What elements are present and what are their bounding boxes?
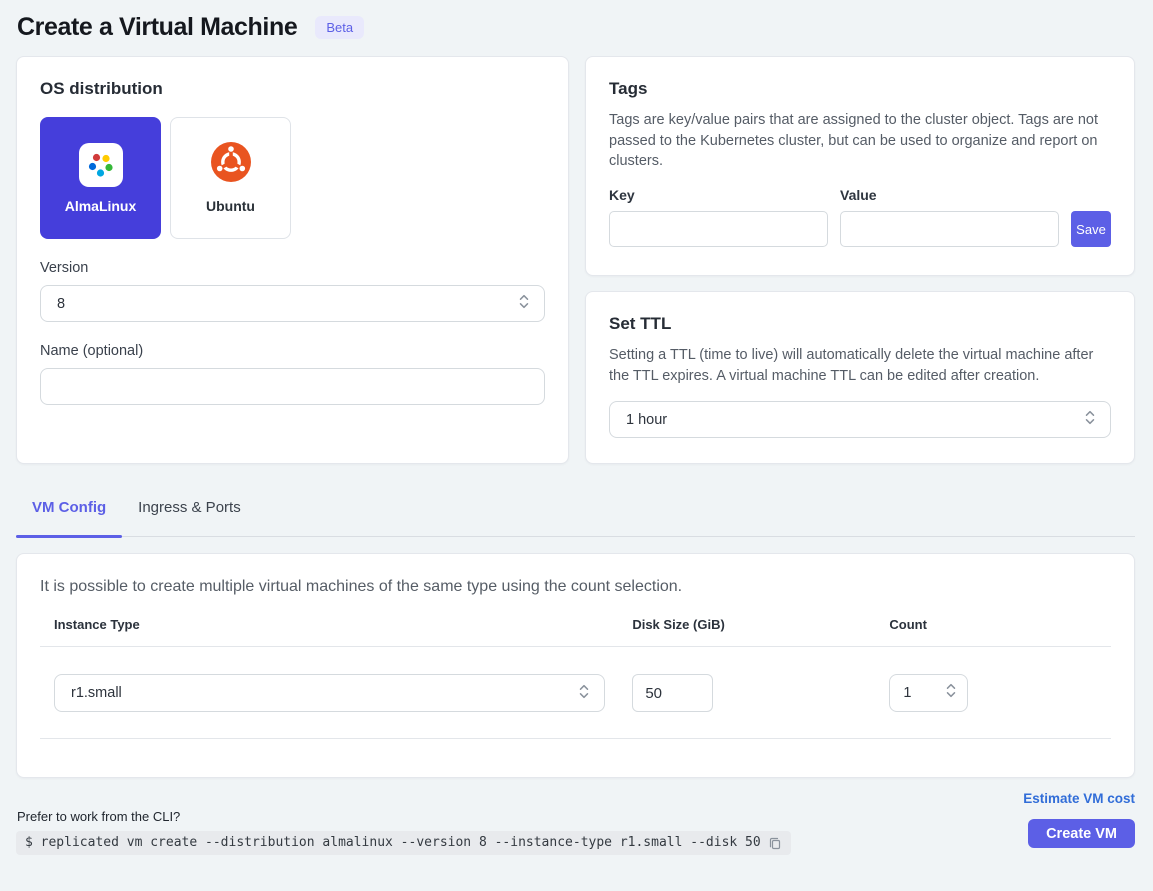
vm-table: Instance Type Disk Size (GiB) Count r1.s…: [40, 617, 1111, 739]
value-label: Value: [840, 187, 1059, 203]
top-cards-row: OS distribution AlmaLinux: [16, 56, 1135, 464]
tags-card: Tags Tags are key/value pairs that are a…: [585, 56, 1135, 276]
cli-prompt-label: Prefer to work from the CLI?: [16, 809, 791, 824]
chevron-updown-icon: [1084, 409, 1096, 430]
version-select-value: 8: [57, 296, 65, 312]
os-tile-ubuntu[interactable]: Ubuntu: [170, 117, 291, 239]
tags-card-description: Tags are key/value pairs that are assign…: [609, 110, 1111, 172]
ubuntu-logo-icon: [211, 142, 251, 187]
page-footer: Prefer to work from the CLI? $ replicate…: [16, 791, 1135, 855]
tab-vm-config[interactable]: VM Config: [16, 491, 122, 536]
instance-type-select[interactable]: r1.small: [54, 674, 605, 712]
tab-ingress-ports[interactable]: Ingress & Ports: [122, 491, 257, 536]
column-disk-size: Disk Size (GiB): [618, 617, 875, 646]
cli-command-block: $ replicated vm create --distribution al…: [16, 831, 791, 855]
disk-size-input[interactable]: [632, 674, 713, 712]
tags-form: Key Value Save: [609, 187, 1111, 247]
cli-command-text: $ replicated vm create --distribution al…: [25, 835, 761, 850]
footer-actions: Estimate VM cost Create VM: [1023, 791, 1135, 848]
page-header: Create a Virtual Machine Beta: [16, 13, 1135, 42]
tab-bar: VM Config Ingress & Ports: [16, 491, 1135, 537]
os-distribution-card: OS distribution AlmaLinux: [16, 56, 569, 464]
save-tag-button[interactable]: Save: [1071, 211, 1111, 247]
count-stepper[interactable]: 1: [889, 674, 968, 712]
version-select[interactable]: 8: [40, 285, 545, 322]
count-value: 1: [903, 685, 911, 701]
chevron-updown-icon: [945, 682, 957, 704]
name-label: Name (optional): [40, 343, 545, 359]
vm-config-intro: It is possible to create multiple virtua…: [40, 578, 1111, 596]
tag-key-column: Key: [609, 187, 828, 247]
tags-card-title: Tags: [609, 79, 1111, 99]
create-vm-button[interactable]: Create VM: [1028, 819, 1135, 848]
set-ttl-card: Set TTL Setting a TTL (time to live) wil…: [585, 291, 1135, 464]
copy-icon[interactable]: [768, 836, 782, 850]
almalinux-logo-icon: [79, 143, 123, 187]
instance-type-cell: r1.small: [40, 674, 618, 712]
os-tiles: AlmaLinux: [40, 117, 545, 239]
ttl-card-description: Setting a TTL (time to live) will automa…: [609, 345, 1111, 386]
ttl-select-value: 1 hour: [626, 412, 667, 428]
key-label: Key: [609, 187, 828, 203]
right-column: Tags Tags are key/value pairs that are a…: [585, 56, 1135, 464]
column-instance-type: Instance Type: [40, 617, 618, 646]
vm-config-card: It is possible to create multiple virtua…: [16, 553, 1135, 778]
chevron-updown-icon: [578, 683, 590, 704]
estimate-vm-cost-link[interactable]: Estimate VM cost: [1023, 791, 1135, 806]
chevron-updown-icon: [518, 293, 530, 314]
page-title: Create a Virtual Machine: [17, 13, 297, 42]
os-tile-label: AlmaLinux: [65, 198, 137, 214]
ttl-select[interactable]: 1 hour: [609, 401, 1111, 438]
vm-table-header: Instance Type Disk Size (GiB) Count: [40, 617, 1111, 647]
os-card-title: OS distribution: [40, 79, 545, 99]
os-tile-almalinux[interactable]: AlmaLinux: [40, 117, 161, 239]
name-input[interactable]: [40, 368, 545, 405]
count-cell: 1: [875, 674, 1111, 712]
column-count: Count: [875, 617, 1111, 646]
ttl-card-title: Set TTL: [609, 314, 1111, 334]
disk-size-cell: [618, 674, 875, 712]
version-label: Version: [40, 260, 545, 276]
value-input[interactable]: [840, 211, 1059, 247]
cli-section: Prefer to work from the CLI? $ replicate…: [16, 809, 791, 855]
beta-badge: Beta: [315, 16, 364, 39]
instance-type-value: r1.small: [71, 685, 122, 701]
table-row: r1.small 1: [40, 647, 1111, 739]
key-input[interactable]: [609, 211, 828, 247]
tag-value-column: Value: [840, 187, 1059, 247]
os-tile-label: Ubuntu: [206, 198, 255, 214]
create-vm-page: Create a Virtual Machine Beta OS distrib…: [0, 0, 1153, 855]
